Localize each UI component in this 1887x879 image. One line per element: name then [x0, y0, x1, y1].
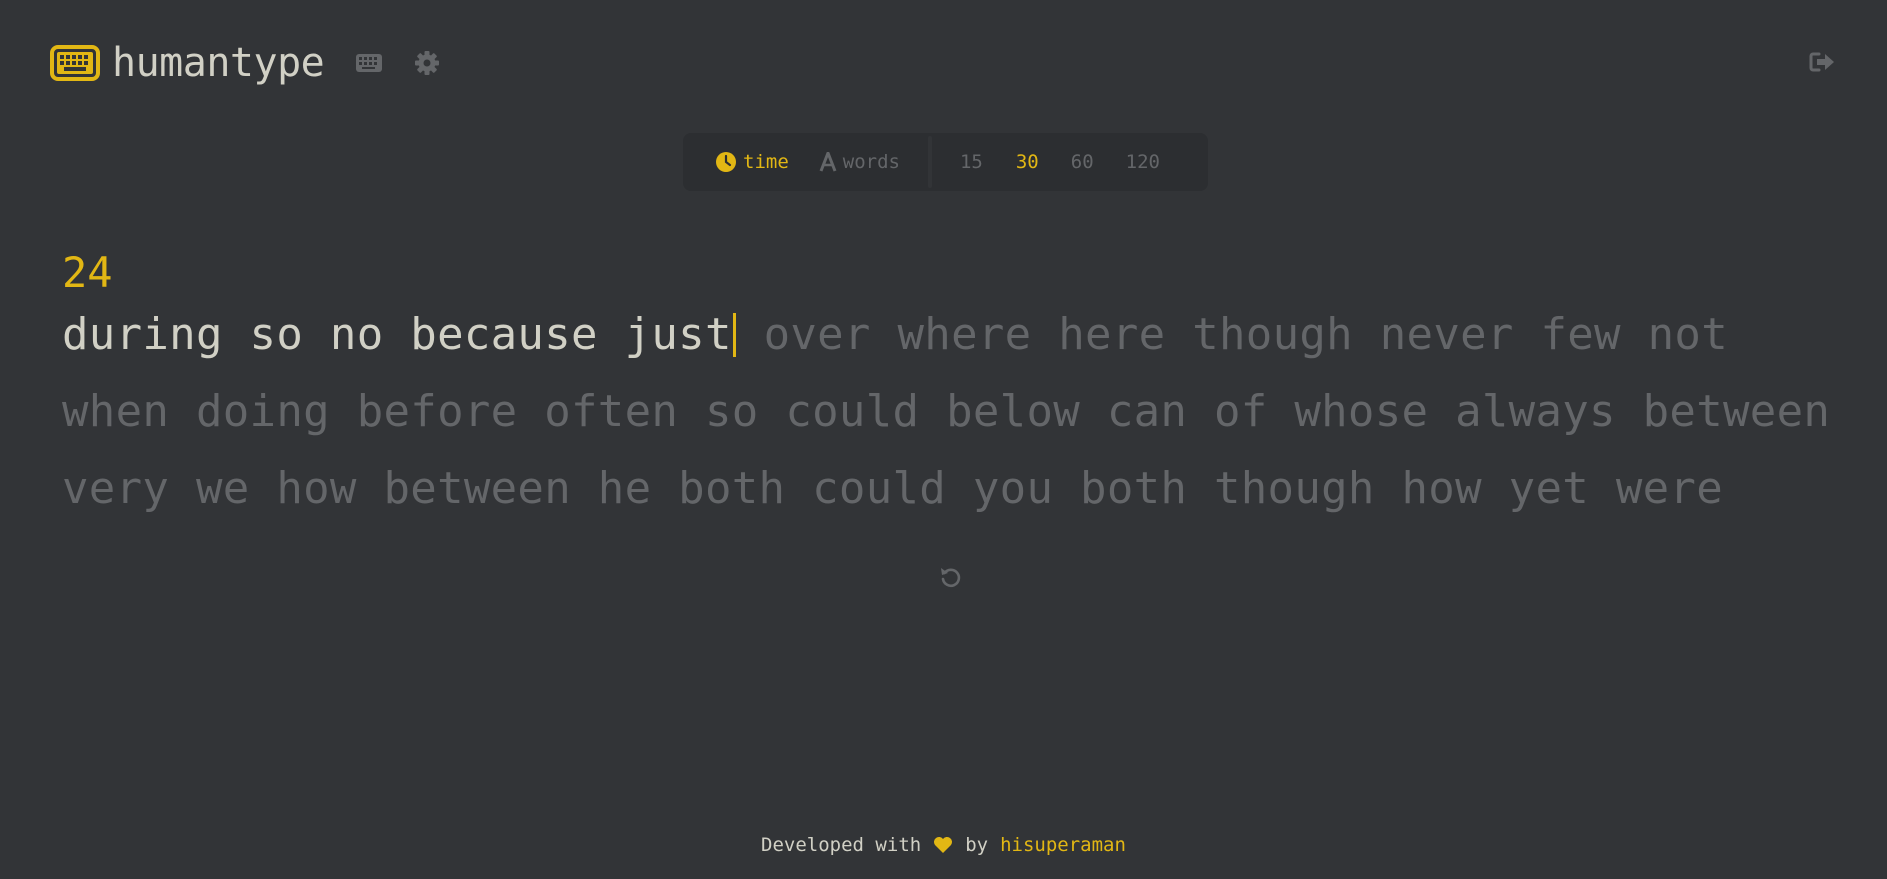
mode-time-label: time	[743, 151, 789, 173]
mode-separator	[927, 136, 932, 188]
mode-time-button[interactable]: time	[715, 151, 789, 173]
author-link[interactable]: hisuperaman	[1000, 834, 1126, 856]
text-caret	[732, 313, 736, 357]
duration-30-button[interactable]: 30	[1016, 151, 1039, 173]
keyboard-button[interactable]	[352, 46, 386, 80]
mode-words-button[interactable]: words	[819, 151, 900, 173]
typed-text: during so no because just	[62, 309, 732, 360]
page: humantype time words 15 30 60 120 24 dur…	[0, 0, 1887, 879]
timer-countdown: 24	[62, 248, 113, 297]
words-line-3: very we how between he both could you bo…	[62, 463, 1723, 514]
header: humantype	[50, 38, 444, 88]
settings-button[interactable]	[410, 46, 444, 80]
untyped-text: over where here though never few not	[763, 309, 1729, 360]
restart-button[interactable]	[934, 560, 968, 594]
keyboard-icon	[356, 54, 383, 72]
restart-icon	[941, 568, 961, 588]
footer-by: by	[965, 834, 989, 856]
duration-15-button[interactable]: 15	[960, 151, 983, 173]
words-area[interactable]: during so no because just over where her…	[62, 296, 1842, 527]
words-line-2: when doing before often so could below c…	[62, 386, 1831, 437]
app-title[interactable]: humantype	[112, 38, 325, 88]
words-line-1: during so no because just over where her…	[62, 296, 1842, 373]
duration-60-button[interactable]: 60	[1071, 151, 1094, 173]
letter-a-icon	[819, 152, 837, 172]
mode-bar: time words 15 30 60 120	[683, 133, 1208, 191]
logout-button[interactable]	[1807, 47, 1837, 77]
footer-prefix: Developed with	[761, 834, 922, 856]
sign-out-icon	[1809, 52, 1834, 72]
duration-120-button[interactable]: 120	[1126, 151, 1160, 173]
keyboard-icon	[50, 45, 100, 81]
footer: Developed with by hisuperaman	[0, 834, 1887, 859]
clock-icon	[716, 152, 736, 172]
heart-icon	[933, 836, 953, 859]
mode-words-label: words	[842, 151, 900, 173]
gear-icon	[415, 51, 440, 75]
